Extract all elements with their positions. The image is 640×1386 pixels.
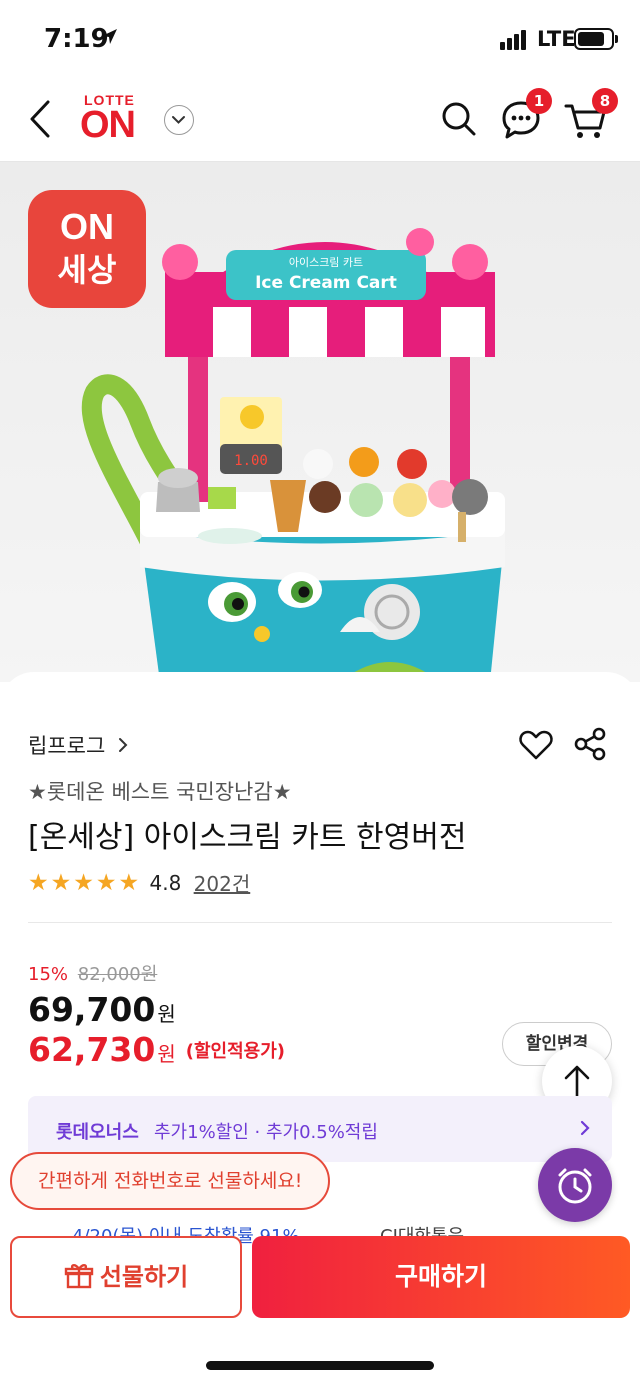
- cart-sign-korean: 아이스크림 카트: [289, 256, 363, 269]
- alarm-button[interactable]: [538, 1148, 612, 1222]
- chevron-right-icon: [118, 738, 128, 752]
- star-icon: ★: [73, 869, 94, 896]
- gift-icon: [64, 1264, 94, 1289]
- home-indicator: [206, 1361, 434, 1370]
- heart-icon[interactable]: [518, 728, 554, 762]
- discount-percent: 15%: [28, 964, 69, 985]
- network-label: LTE: [537, 27, 576, 51]
- cart-count-badge: 8: [592, 88, 618, 114]
- membership-benefit: 추가1%할인 · 추가0.5%적립: [154, 1122, 378, 1143]
- rating-row[interactable]: ★★★★★ 4.8 202건: [28, 868, 250, 897]
- location-arrow-icon: [102, 29, 117, 44]
- product-image[interactable]: ON 세상 아이스크림 카트 Ice Cream Cart 1.00: [0, 162, 640, 682]
- alarm-clock-icon: [558, 1168, 592, 1204]
- discount-row: 15% 82,000원: [28, 960, 157, 986]
- chat-button[interactable]: 1: [496, 88, 552, 144]
- register-display: 1.00: [234, 453, 268, 469]
- chat-count-badge: 1: [526, 88, 552, 114]
- product-title: [온세상] 아이스크림 카트 한영버전: [28, 820, 467, 855]
- lotte-on-logo[interactable]: LOTTE ON: [80, 92, 146, 148]
- star-icon: ★: [95, 869, 117, 896]
- chevron-right-icon: [580, 1120, 590, 1136]
- share-icon[interactable]: [572, 726, 608, 762]
- signal-icon: [500, 30, 528, 50]
- divider: [28, 922, 612, 923]
- star-icon: ★: [28, 869, 49, 896]
- cart-button[interactable]: 8: [562, 88, 618, 144]
- product-page: 7:19 LTE LOTTE ON 1 8 ON 세상 아이스크림 카트 Ice…: [0, 0, 640, 1386]
- top-nav: LOTTE ON 1 8: [0, 80, 640, 162]
- star-icon: ★: [118, 869, 140, 896]
- status-bar: 7:19 LTE: [0, 0, 640, 80]
- membership-name: 롯데오너스: [56, 1122, 139, 1143]
- brand-link[interactable]: 립프로그: [28, 730, 130, 760]
- sale-price-tag: (할인적용가): [185, 1041, 286, 1062]
- promo-line: ★롯데온 베스트 국민장난감★: [28, 780, 292, 804]
- buy-button[interactable]: 구매하기: [252, 1236, 630, 1318]
- mall-switch-dropdown[interactable]: [164, 105, 194, 135]
- back-arrow-icon[interactable]: [20, 94, 64, 144]
- ice-cream-cart-illustration: 아이스크림 카트 Ice Cream Cart 1.00: [81, 228, 505, 682]
- rating-score: 4.8: [149, 870, 182, 895]
- review-count-link[interactable]: 202건: [194, 872, 251, 896]
- cart-sign-english: Ice Cream Cart: [255, 273, 397, 293]
- gift-button[interactable]: 선물하기: [10, 1236, 242, 1318]
- chevron-down-icon: [172, 116, 185, 124]
- gift-tooltip: 간편하게 전화번호로 선물하세요!: [10, 1152, 331, 1210]
- star-icon: ★: [50, 869, 72, 896]
- price: 69,700 원: [28, 990, 176, 1029]
- battery-icon: [574, 28, 618, 50]
- rating-stars: ★★★★★: [28, 870, 141, 896]
- search-icon[interactable]: [434, 94, 484, 144]
- original-price: 82,000원: [77, 964, 158, 985]
- sale-price: 62,730 원 (할인적용가): [28, 1030, 286, 1069]
